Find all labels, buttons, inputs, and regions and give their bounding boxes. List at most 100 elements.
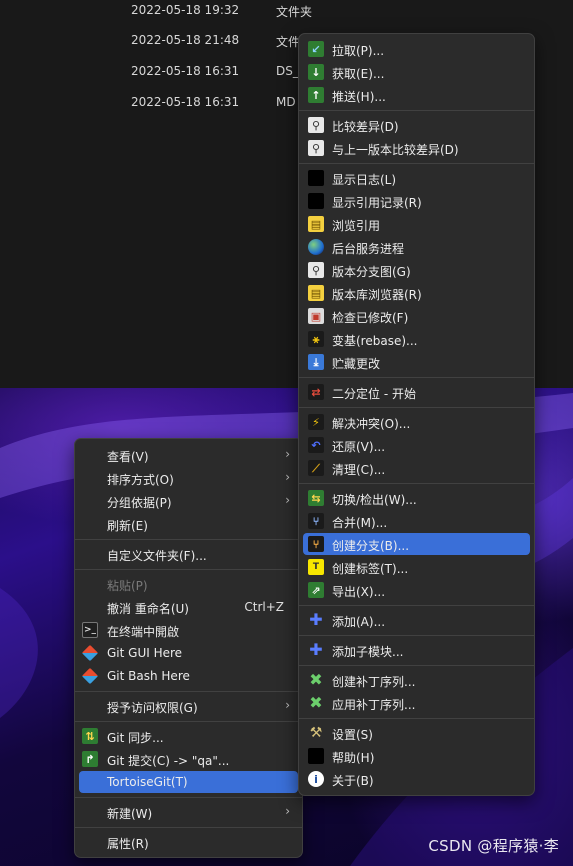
apply-patch-icon: ✖: [309, 693, 323, 712]
menu-item-revert[interactable]: ↶ 还原(V)...: [303, 434, 530, 456]
menu-label: 检查已修改(F): [332, 311, 409, 325]
menu-label: 获取(E)...: [332, 67, 385, 81]
menu-item-resolve[interactable]: ⚡ 解决冲突(O)...: [303, 411, 530, 433]
menu-item-rebase[interactable]: ⚹ 变基(rebase)...: [303, 328, 530, 350]
menu-label: 显示日志(L): [332, 173, 397, 187]
menu-item-merge[interactable]: ⑂ 合并(M)...: [303, 510, 530, 532]
menu-item-properties[interactable]: 属性(R): [79, 831, 298, 853]
menu-item-repo-browser[interactable]: ▤ 版本库浏览器(R): [303, 282, 530, 304]
menu-item-add[interactable]: ✚ 添加(A)...: [303, 609, 530, 631]
broom-icon: ⟋: [308, 460, 324, 476]
menu-label: 后台服务进程: [332, 242, 405, 256]
menu-item-add-submodule[interactable]: ✚ 添加子模块...: [303, 639, 530, 661]
menu-label: 创建标签(T)...: [332, 562, 409, 576]
menu-item-settings[interactable]: ⚒ 设置(S): [303, 722, 530, 744]
menu-item-pull[interactable]: ↙ 拉取(P)...: [303, 38, 530, 60]
menu-item-about[interactable]: i 关于(B): [303, 768, 530, 790]
menu-item-switch[interactable]: ⇆ 切换/检出(W)...: [303, 487, 530, 509]
menu-item-export[interactable]: ⇗ 导出(X)...: [303, 579, 530, 601]
menu-item-git-gui-here[interactable]: Git GUI Here: [79, 642, 298, 664]
file-date: 2022-05-18 21:48: [131, 33, 240, 47]
menu-separator: [299, 483, 534, 484]
menu-item-diff-prev[interactable]: ⚲ 与上一版本比较差异(D): [303, 137, 530, 159]
menu-item-apply-patch[interactable]: ✖ 应用补丁序列...: [303, 692, 530, 714]
menu-item-tortoisegit[interactable]: TortoiseGit(T): [79, 771, 298, 793]
switch-icon: ⇆: [308, 490, 324, 506]
check-modifications-icon: ▣: [308, 308, 324, 324]
menu-separator: [299, 407, 534, 408]
info-icon: i: [308, 771, 324, 787]
menu-item-give-access[interactable]: 授予访问权限(G) ›: [79, 695, 298, 717]
menu-item-group-by[interactable]: 分组依据(P) ›: [79, 490, 298, 512]
menu-item-browse-refs[interactable]: ▤ 浏览引用: [303, 213, 530, 235]
menu-item-open-in-terminal[interactable]: >_ 在终端中開啟: [79, 619, 298, 641]
menu-separator: [75, 827, 302, 828]
menu-item-git-commit[interactable]: ↱ Git 提交(C) -> "qa"...: [79, 748, 298, 770]
chevron-right-icon: ›: [285, 698, 290, 712]
menu-item-create-tag[interactable]: T 创建标签(T)...: [303, 556, 530, 578]
menu-label: 解决冲突(O)...: [332, 417, 411, 431]
menu-item-view[interactable]: 查看(V) ›: [79, 444, 298, 466]
menu-item-refresh[interactable]: 刷新(E): [79, 513, 298, 535]
revision-graph-icon: ⚲: [308, 262, 324, 278]
menu-item-git-sync[interactable]: ⇅ Git 同步...: [79, 725, 298, 747]
menu-label: Git Bash Here: [107, 669, 190, 683]
menu-label: 版本分支图(G): [332, 265, 411, 279]
menu-item-sort-by[interactable]: 排序方式(O) ›: [79, 467, 298, 489]
menu-item-fetch[interactable]: ↓ 获取(E)...: [303, 61, 530, 83]
menu-label: 与上一版本比较差异(D): [332, 143, 459, 157]
chevron-right-icon: ›: [285, 447, 290, 461]
menu-item-show-reflog[interactable]: 显示引用记录(R): [303, 190, 530, 212]
menu-label: 浏览引用: [332, 219, 381, 233]
menu-item-customize-folder[interactable]: 自定义文件夹(F)...: [79, 543, 298, 565]
file-date: 2022-05-18 16:31: [131, 64, 240, 78]
menu-item-create-branch[interactable]: ⑂ 创建分支(B)...: [303, 533, 530, 555]
menu-label: 还原(V)...: [332, 440, 386, 454]
menu-label: 显示引用记录(R): [332, 196, 422, 210]
menu-label: 授予访问权限(G): [107, 701, 198, 715]
menu-label: 在终端中開啟: [107, 625, 180, 639]
menu-item-help[interactable]: 帮助(H): [303, 745, 530, 767]
menu-separator: [299, 377, 534, 378]
menu-separator: [75, 539, 302, 540]
menu-label: 分组依据(P): [107, 496, 172, 510]
menu-item-check-mods[interactable]: ▣ 检查已修改(F): [303, 305, 530, 327]
menu-item-diff[interactable]: ⚲ 比较差异(D): [303, 114, 530, 136]
menu-item-daemon[interactable]: 后台服务进程: [303, 236, 530, 258]
menu-label: 合并(M)...: [332, 516, 388, 530]
globe-icon: [308, 239, 324, 255]
menu-label: 清理(C)...: [332, 463, 386, 477]
add-icon: ✚: [309, 610, 323, 629]
menu-label: 贮藏更改: [332, 357, 381, 371]
menu-label: 添加子模块...: [332, 645, 404, 659]
menu-label: 撤消 重命名(U): [107, 602, 189, 616]
menu-label: 新建(W): [107, 807, 153, 821]
log-icon: [308, 170, 324, 186]
menu-label: 粘贴(P): [107, 579, 148, 593]
menu-label: 拉取(P)...: [332, 44, 385, 58]
bisect-icon: ⇄: [308, 384, 324, 400]
chevron-right-icon: ›: [285, 470, 290, 484]
menu-label: 二分定位 - 开始: [332, 387, 416, 401]
menu-item-bisect[interactable]: ⇄ 二分定位 - 开始: [303, 381, 530, 403]
diff-previous-icon: ⚲: [308, 140, 324, 156]
file-row[interactable]: 2022-05-18 19:32 文件夹: [0, 0, 573, 22]
menu-item-stash[interactable]: ⤓ 贮藏更改: [303, 351, 530, 373]
menu-item-new[interactable]: 新建(W) ›: [79, 801, 298, 823]
menu-item-undo-rename[interactable]: 撤消 重命名(U) Ctrl+Z: [79, 596, 298, 618]
menu-item-revision-graph[interactable]: ⚲ 版本分支图(G): [303, 259, 530, 281]
menu-label: 比较差异(D): [332, 120, 399, 134]
menu-label: 刷新(E): [107, 519, 148, 533]
menu-item-push[interactable]: ↑ 推送(H)...: [303, 84, 530, 106]
menu-item-git-bash-here[interactable]: Git Bash Here: [79, 665, 298, 687]
chevron-right-icon: ›: [285, 804, 290, 818]
add-submodule-icon: ✚: [309, 640, 323, 659]
menu-item-create-patch[interactable]: ✖ 创建补丁序列...: [303, 669, 530, 691]
menu-item-paste[interactable]: 粘贴(P): [79, 573, 298, 595]
file-type: MD: [276, 95, 296, 109]
menu-item-show-log[interactable]: 显示日志(L): [303, 167, 530, 189]
revert-icon: ↶: [308, 437, 324, 453]
menu-item-clean[interactable]: ⟋ 清理(C)...: [303, 457, 530, 479]
tag-icon: T: [308, 559, 324, 575]
menu-separator: [299, 163, 534, 164]
